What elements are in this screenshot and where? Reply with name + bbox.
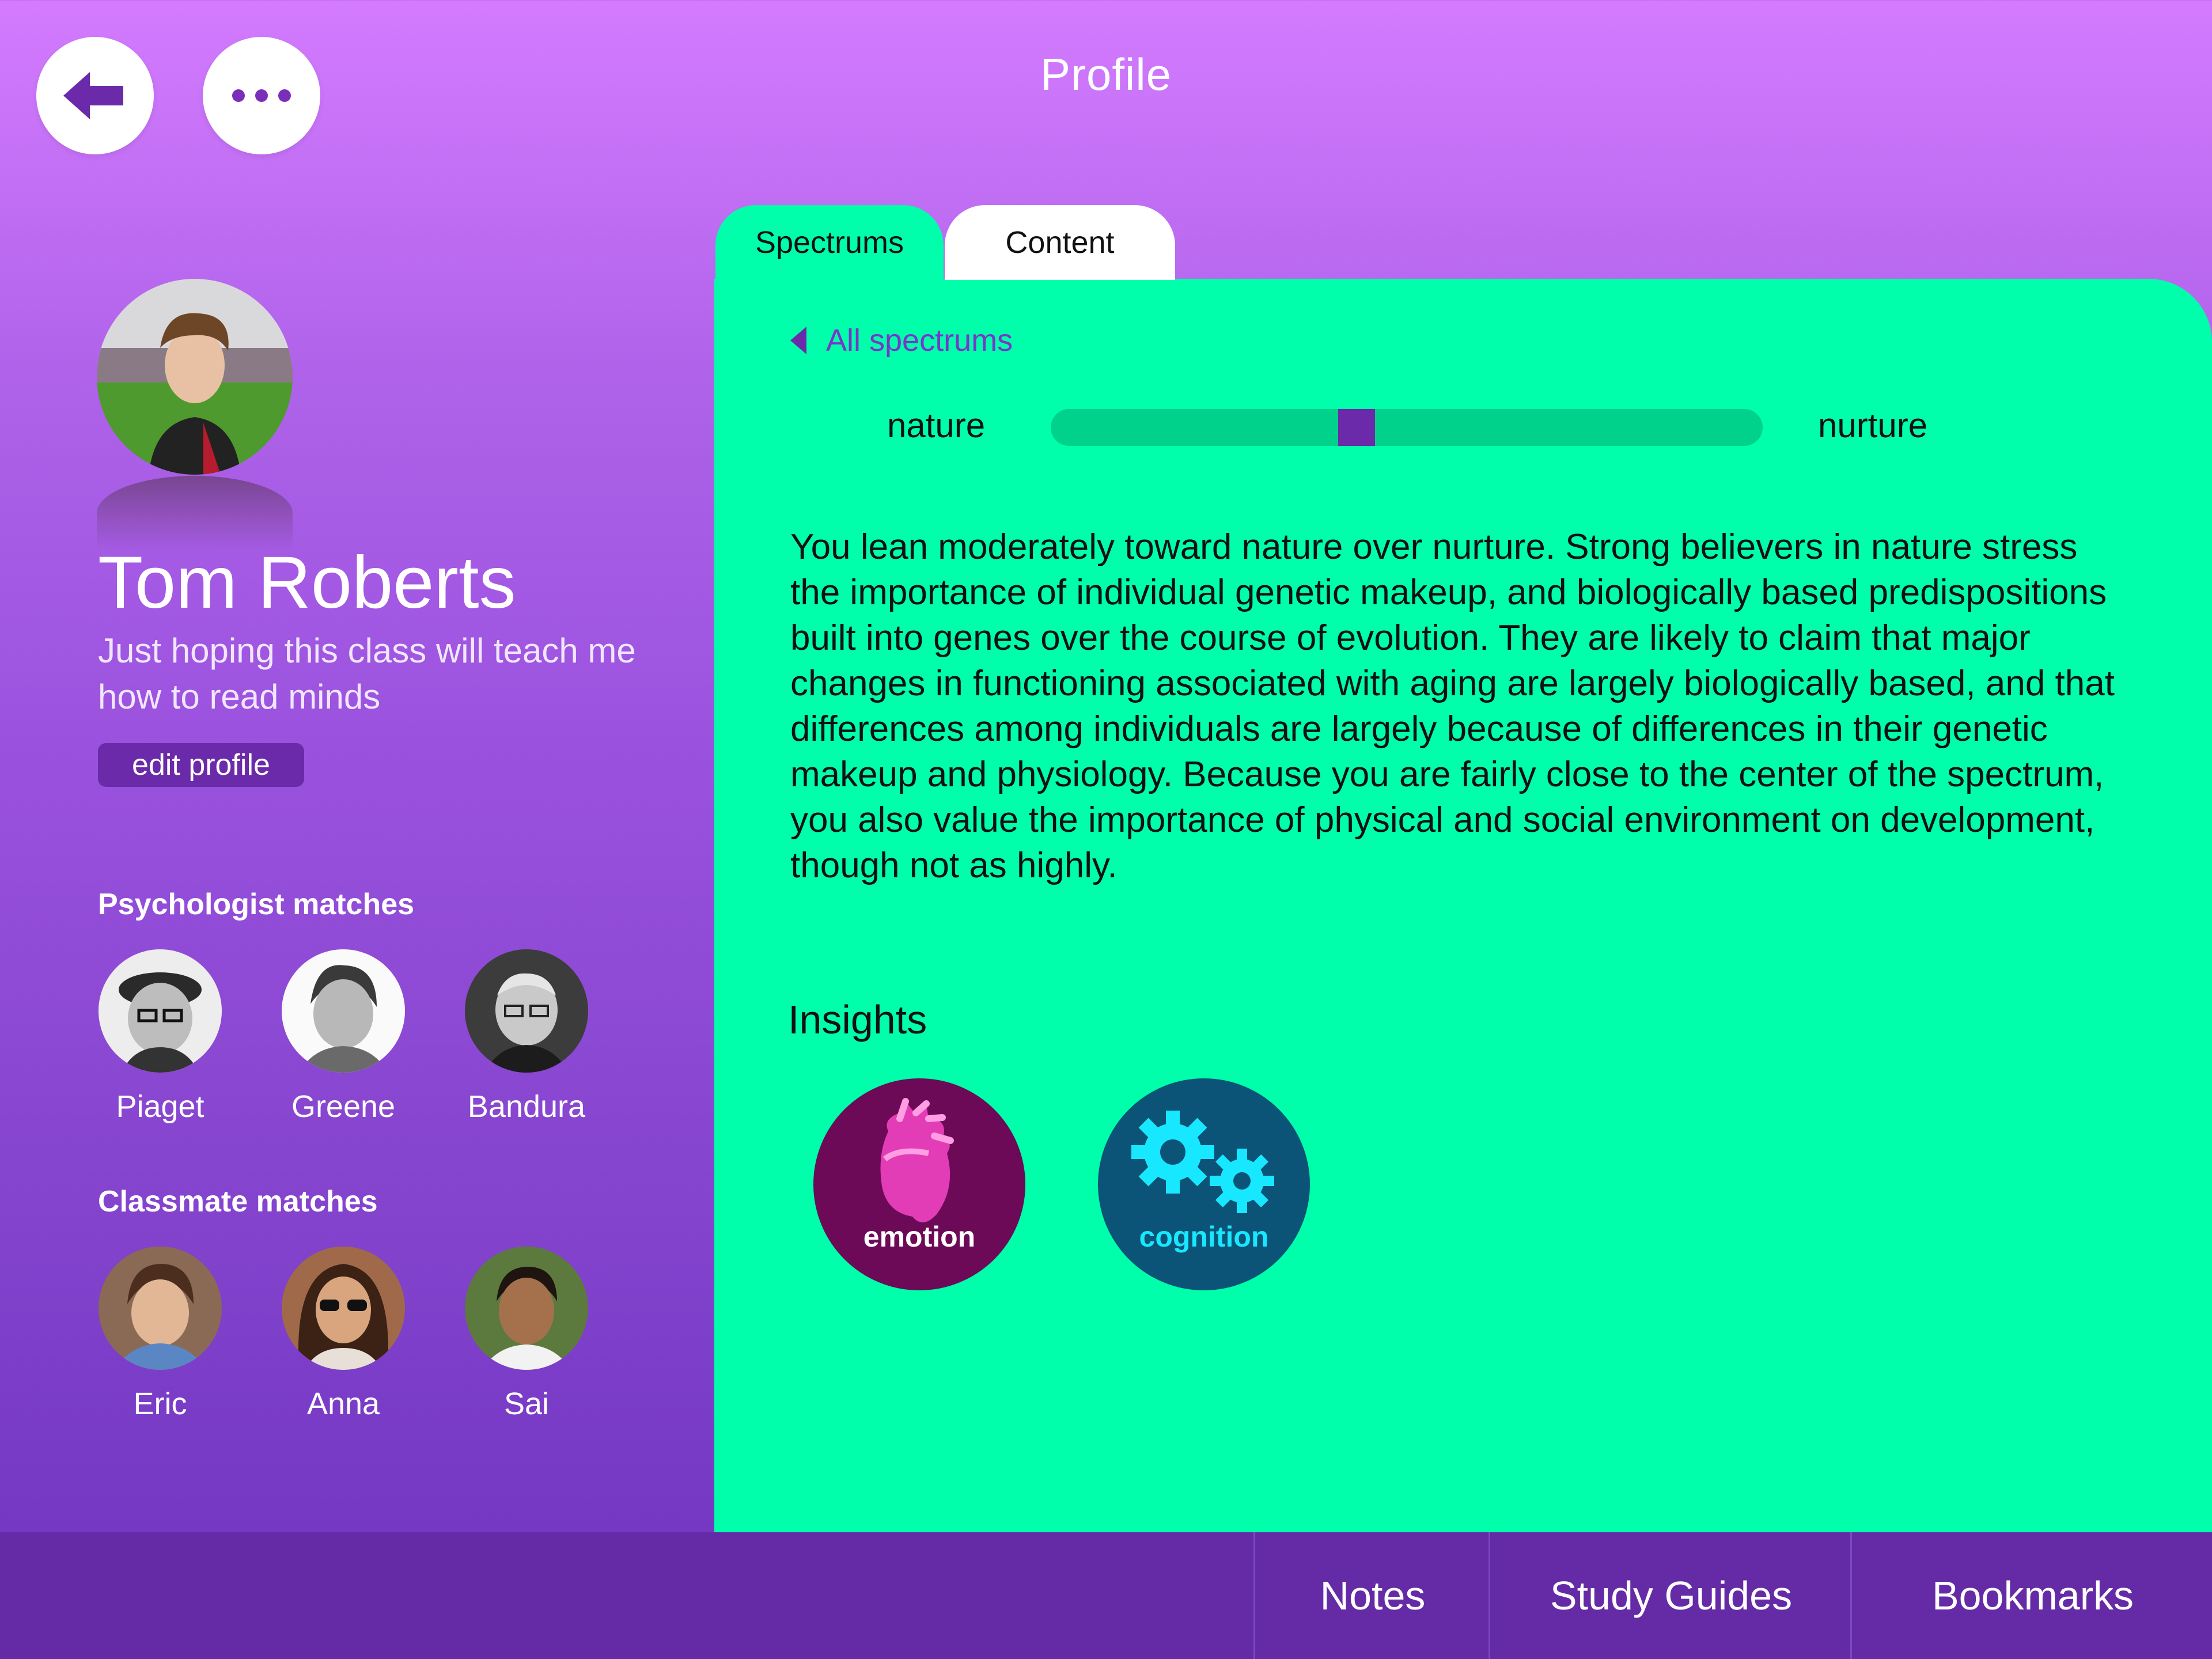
avatar	[282, 949, 405, 1073]
edit-profile-button[interactable]: edit profile	[98, 743, 304, 787]
avatar	[465, 949, 588, 1073]
all-spectrums-label: All spectrums	[826, 323, 1013, 358]
avatar-reflection	[97, 476, 293, 551]
spectrum-handle[interactable]	[1338, 409, 1376, 446]
nav-notes[interactable]: Notes	[1253, 1532, 1490, 1659]
spectrum-left-label: nature	[887, 406, 986, 445]
nav-bookmarks[interactable]: Bookmarks	[1850, 1532, 2212, 1659]
psychologist-match-greene[interactable]: Greene	[274, 949, 412, 1124]
page-title: Profile	[1040, 49, 1172, 100]
match-name: Piaget	[116, 1089, 204, 1124]
user-bio: Just hoping this class will teach me how…	[98, 631, 636, 716]
nav-study-guides[interactable]: Study Guides	[1488, 1532, 1852, 1659]
classmate-match-sai[interactable]: Sai	[457, 1247, 596, 1422]
avatar	[97, 279, 293, 475]
match-name: Eric	[133, 1387, 187, 1421]
tab-spectrums[interactable]: Spectrums	[715, 205, 944, 280]
match-name: Sai	[503, 1387, 550, 1421]
classmate-match-anna[interactable]: Anna	[274, 1247, 412, 1422]
insight-label: cognition	[1139, 1221, 1269, 1253]
insights-title: Insights	[788, 997, 927, 1042]
spectrum-track	[1051, 409, 1763, 446]
tab-content[interactable]: Content	[945, 205, 1175, 280]
avatar	[99, 1247, 222, 1370]
gears-icon	[1131, 1111, 1274, 1213]
match-name: Anna	[306, 1387, 380, 1421]
spectrum-description: You lean moderately toward nature over n…	[790, 527, 2115, 885]
insight-label: emotion	[863, 1221, 976, 1253]
match-name: Greene	[291, 1089, 396, 1124]
psychologist-match-piaget[interactable]: Piaget	[91, 949, 229, 1124]
user-name: Tom Roberts	[98, 541, 516, 624]
spectrum-right-label: nurture	[1818, 406, 1928, 445]
insight-emotion[interactable]: emotion	[813, 1078, 1025, 1290]
classmate-match-eric[interactable]: Eric	[91, 1247, 229, 1422]
avatar	[99, 949, 222, 1073]
classmate-matches-label: Classmate matches	[98, 1185, 378, 1218]
psychologist-match-bandura[interactable]: Bandura	[457, 949, 596, 1124]
psychologist-matches-label: Psychologist matches	[98, 888, 415, 921]
insight-cognition[interactable]: cognition	[1098, 1078, 1310, 1290]
heart-icon	[880, 1098, 954, 1223]
spectrum-panel	[714, 279, 2212, 1532]
caret-left-icon	[790, 327, 806, 354]
avatar	[282, 1247, 405, 1370]
avatar	[465, 1247, 588, 1370]
match-name: Bandura	[467, 1089, 586, 1124]
all-spectrums-link[interactable]: All spectrums	[790, 323, 1013, 358]
